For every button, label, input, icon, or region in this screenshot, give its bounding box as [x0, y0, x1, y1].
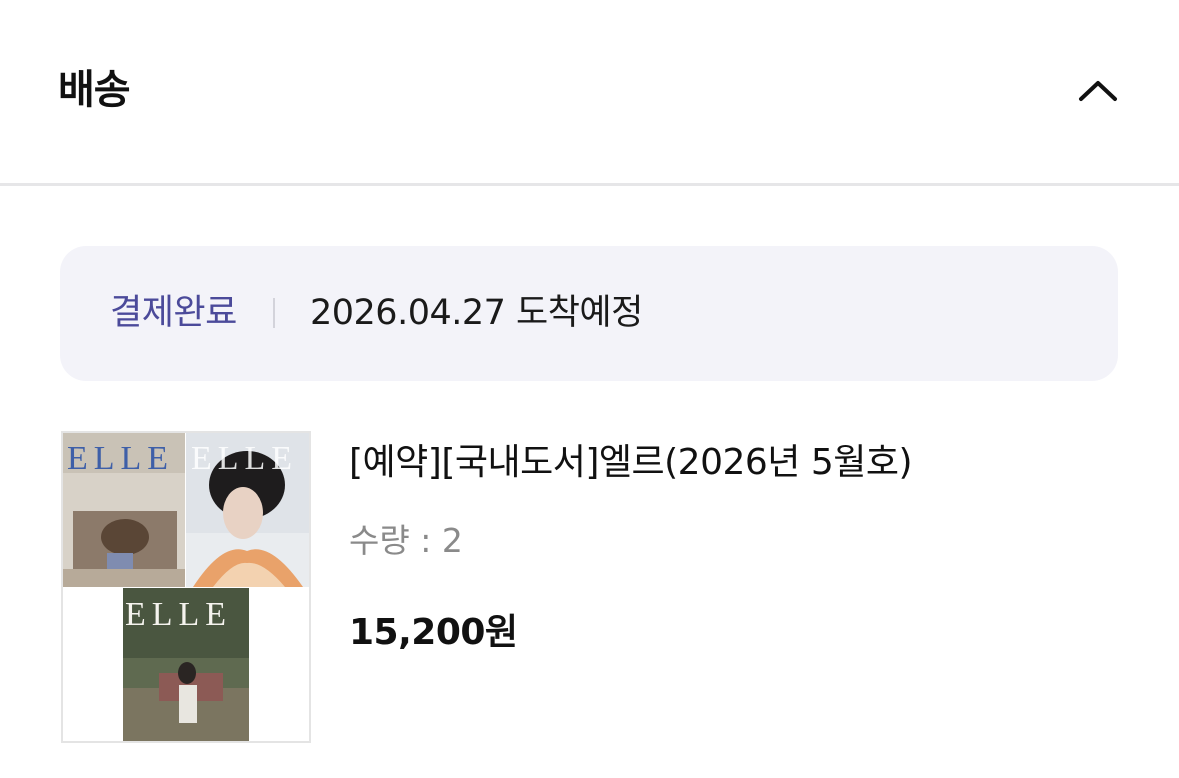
- cover-logo-3: ELLE: [125, 596, 232, 633]
- chevron-up-icon: [1079, 81, 1117, 101]
- status-separator: [273, 298, 275, 328]
- product-title[interactable]: [예약][국내도서]엘르(2026년 5월호): [349, 438, 913, 488]
- order-status-box: 결제완료 2026.04.27 도착예정: [60, 246, 1118, 381]
- cover-logo-1: ELLE: [67, 440, 174, 477]
- header-divider: [0, 183, 1179, 186]
- section-header[interactable]: 배송: [0, 0, 1179, 184]
- payment-status-label: 결제완료: [110, 293, 237, 333]
- product-quantity: 수량 : 2: [349, 521, 463, 560]
- magazine-cover-collage: ELLE ELLE ELLE: [63, 433, 309, 741]
- product-price: 15,200원: [349, 612, 518, 653]
- product-thumbnail[interactable]: ELLE ELLE ELLE: [61, 431, 311, 743]
- arrival-date-text: 2026.04.27 도착예정: [310, 293, 643, 333]
- cover-logo-2: ELLE: [191, 440, 298, 477]
- section-title: 배송: [58, 67, 131, 113]
- collapse-button[interactable]: [1066, 66, 1130, 114]
